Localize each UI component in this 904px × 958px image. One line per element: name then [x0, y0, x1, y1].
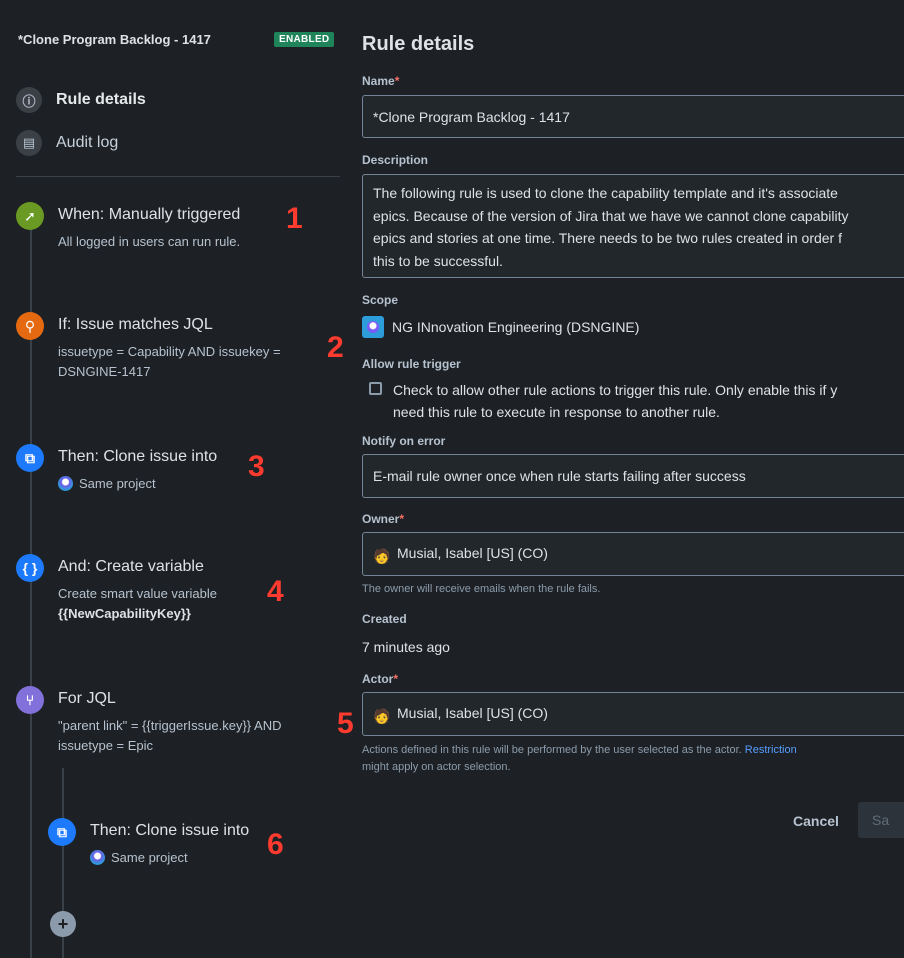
subtitle-line: issuetype = Epic [58, 738, 154, 753]
component-title: Then: Clone issue into [90, 822, 250, 839]
notify-select[interactable]: E-mail rule owner once when rule starts … [362, 454, 904, 498]
annotation-number: 1 [286, 202, 303, 235]
nav-audit-log-label: Audit log [56, 134, 119, 151]
avatar: 🧑 [373, 547, 391, 564]
annotation-number: 6 [267, 828, 284, 861]
annotation-number: 4 [267, 575, 284, 608]
allow-trigger-description: Check to allow other rule actions to tri… [393, 382, 838, 420]
allow-trigger-label: Allow rule trigger [362, 357, 461, 371]
annotation-number: 3 [248, 450, 265, 483]
save-button[interactable]: Sa [858, 802, 904, 838]
component-subtitle: Same project [79, 476, 156, 491]
component-subtitle: issuetype = Capability AND issuekey = DS… [58, 342, 328, 382]
description-label: Description [362, 153, 429, 167]
component-subtitle: Create smart value variable {{NewCapabil… [58, 584, 328, 624]
cancel-button[interactable]: Cancel [780, 806, 852, 836]
description-line: this to be successful. [373, 252, 503, 269]
project-icon [362, 316, 384, 338]
name-label: Name* [362, 74, 400, 88]
cursor-click-icon: ➚ [16, 202, 44, 230]
branch-icon: ⑂ [16, 686, 44, 714]
rule-title: *Clone Program Backlog - 1417 [18, 32, 211, 47]
component-title: Then: Clone issue into [58, 448, 218, 465]
scope-label: Scope [362, 293, 399, 307]
owner-label: Owner* [362, 512, 405, 526]
actor-help: Actions defined in this rule will be per… [362, 744, 797, 773]
annotation-number: 2 [327, 331, 344, 364]
description-line: epics. Because of the version of Jira th… [373, 207, 849, 224]
page-title: Rule details [362, 33, 475, 55]
required-mark: * [394, 74, 400, 88]
actor-label: Actor* [362, 672, 399, 686]
subtitle-line: Create smart value variable [58, 586, 217, 601]
project-icon [90, 850, 105, 865]
component-action-clone[interactable]: ⧉ Then: Clone issue into Same project [16, 444, 328, 494]
created-value: 7 minutes ago [362, 639, 450, 655]
smart-value-name: {{NewCapabilityKey}} [58, 606, 191, 621]
braces-icon: { } [16, 554, 44, 582]
avatar: 🧑 [373, 707, 391, 724]
clone-icon: ⧉ [48, 818, 76, 846]
created-label: Created [362, 612, 407, 626]
subtitle-line: "parent link" = {{triggerIssue.key}} AND [58, 718, 282, 733]
search-icon: ⚲ [16, 312, 44, 340]
nav-audit-log[interactable]: ▤ Audit log [16, 130, 118, 156]
add-component-button[interactable]: + [50, 911, 76, 937]
clone-icon: ⧉ [16, 444, 44, 472]
component-condition[interactable]: ⚲ If: Issue matches JQL issuetype = Capa… [16, 312, 328, 382]
component-title: If: Issue matches JQL [58, 316, 213, 333]
component-branch-action-clone[interactable]: ⧉ Then: Clone issue into Same project [48, 818, 360, 868]
restriction-link[interactable]: Restriction [745, 744, 797, 756]
allow-trigger-checkbox[interactable] [369, 382, 382, 395]
nav-rule-details-label: Rule details [56, 91, 146, 108]
project-icon [58, 476, 73, 491]
component-title: For JQL [58, 690, 116, 707]
nav-divider [16, 176, 340, 177]
scope-value: NG INnovation Engineering (DSNGINE) [362, 316, 639, 338]
subtitle-line: DSNGINE-1417 [58, 364, 151, 379]
name-field[interactable]: *Clone Program Backlog - 1417 [362, 95, 904, 138]
subtitle-line: issuetype = Capability AND issuekey = [58, 344, 281, 359]
component-subtitle: "parent link" = {{triggerIssue.key}} AND… [58, 716, 328, 756]
actor-select[interactable]: 🧑 Musial, Isabel [US] (CO) [362, 692, 904, 736]
description-line: The following rule is used to clone the … [373, 185, 838, 201]
owner-select[interactable]: 🧑 Musial, Isabel [US] (CO) [362, 532, 904, 576]
notify-label: Notify on error [362, 434, 446, 448]
owner-help: The owner will receive emails when the r… [362, 583, 601, 595]
component-title: And: Create variable [58, 558, 204, 575]
description-textarea[interactable]: The following rule is used to clone the … [362, 174, 904, 278]
component-branch[interactable]: ⑂ For JQL "parent link" = {{triggerIssue… [16, 686, 328, 756]
nav-rule-details[interactable]: ⓘ Rule details [16, 87, 146, 113]
annotation-number: 5 [337, 707, 354, 740]
status-badge: ENABLED [274, 32, 335, 47]
component-subtitle: Same project [111, 850, 188, 865]
component-trigger[interactable]: ➚ When: Manually triggered All logged in… [16, 202, 328, 252]
info-icon: ⓘ [16, 87, 42, 113]
description-line: epics and stories at one time. There nee… [373, 230, 842, 246]
document-icon: ▤ [16, 130, 42, 156]
